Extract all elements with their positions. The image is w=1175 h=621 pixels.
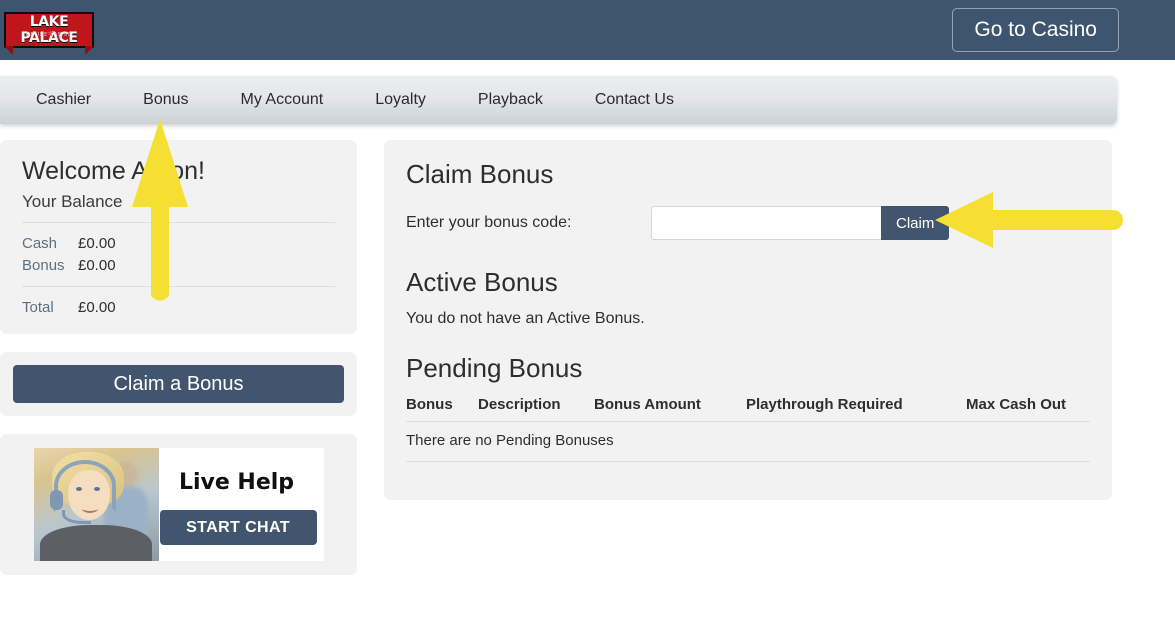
sidebar: Welcome Aaron! Your Balance Cash £0.00 B… (0, 140, 357, 575)
claim-bonus-title: Claim Bonus (406, 159, 554, 189)
table-row: There are no Pending Bonuses (406, 421, 1090, 462)
headset-icon (53, 460, 116, 512)
pending-bonus-empty-text: There are no Pending Bonuses (406, 421, 1090, 462)
nav-item-cashier[interactable]: Cashier (36, 91, 91, 109)
column-header-max-cash-out: Max Cash Out (966, 396, 1090, 422)
live-help-card[interactable]: Live Help START CHAT (33, 448, 324, 561)
support-agent-photo (33, 448, 159, 561)
bonus-code-row: Enter your bonus code: Claim (406, 206, 1090, 240)
headset-earpiece (49, 490, 63, 510)
balance-value-total: £0.00 (78, 299, 116, 316)
balance-label-total: Total (22, 299, 54, 316)
pending-bonus-table: Bonus Description Bonus Amount Playthrou… (406, 396, 1090, 462)
column-header-bonus-amount: Bonus Amount (594, 396, 746, 422)
balance-label-cash: Cash (22, 235, 58, 252)
balance-row-bonus: Bonus £0.00 (22, 257, 335, 274)
live-help-title: Live Help (178, 470, 295, 495)
claim-button[interactable]: Claim (881, 206, 950, 240)
column-header-playthrough-required: Playthrough Required (746, 396, 966, 422)
column-header-description: Description (478, 396, 594, 422)
pending-bonus-title: Pending Bonus (406, 353, 583, 383)
nav-item-playback[interactable]: Playback (478, 91, 543, 109)
claim-bonus-panel: Claim a Bonus (0, 352, 357, 416)
balance-value-bonus: £0.00 (78, 257, 116, 274)
main-content: Claim Bonus Enter your bonus code: Claim… (384, 140, 1112, 500)
balance-panel: Welcome Aaron! Your Balance Cash £0.00 B… (0, 140, 357, 334)
nav-item-bonus[interactable]: Bonus (143, 91, 188, 109)
main-navigation: Cashier Bonus My Account Loyalty Playbac… (0, 76, 1117, 124)
nav-item-contact-us[interactable]: Contact Us (595, 91, 674, 109)
claim-a-bonus-button[interactable]: Claim a Bonus (13, 365, 344, 403)
balance-divider-top (22, 222, 335, 223)
maple-leaf-icon: ★ (46, 28, 55, 38)
table-header-row: Bonus Description Bonus Amount Playthrou… (406, 396, 1090, 422)
balance-label-bonus: Bonus (22, 257, 65, 274)
balance-divider-bottom (22, 286, 335, 287)
nav-item-my-account[interactable]: My Account (241, 91, 324, 109)
active-bonus-empty-text: You do not have an Active Bonus. (406, 310, 645, 327)
welcome-title: Welcome Aaron! (22, 157, 205, 185)
balance-heading: Your Balance (22, 192, 123, 211)
bonus-code-label: Enter your bonus code: (406, 214, 572, 231)
headset-microphone (61, 510, 91, 524)
nav-item-loyalty[interactable]: Loyalty (375, 91, 426, 109)
start-chat-button[interactable]: START CHAT (159, 510, 317, 545)
active-bonus-title: Active Bonus (406, 267, 558, 297)
column-header-bonus: Bonus (406, 396, 478, 422)
go-to-casino-button[interactable]: Go to Casino (952, 8, 1119, 52)
agent-body (39, 525, 152, 561)
site-header: LAKE PALACE ★ ONLINE CASINO Go to Casino (0, 0, 1175, 60)
lake-palace-logo[interactable]: LAKE PALACE ★ ONLINE CASINO (4, 8, 94, 55)
balance-value-cash: £0.00 (78, 235, 116, 252)
balance-row-total: Total £0.00 (22, 299, 335, 316)
live-help-panel: Live Help START CHAT (0, 434, 357, 575)
bonus-code-input[interactable] (651, 206, 881, 240)
balance-row-cash: Cash £0.00 (22, 235, 335, 252)
